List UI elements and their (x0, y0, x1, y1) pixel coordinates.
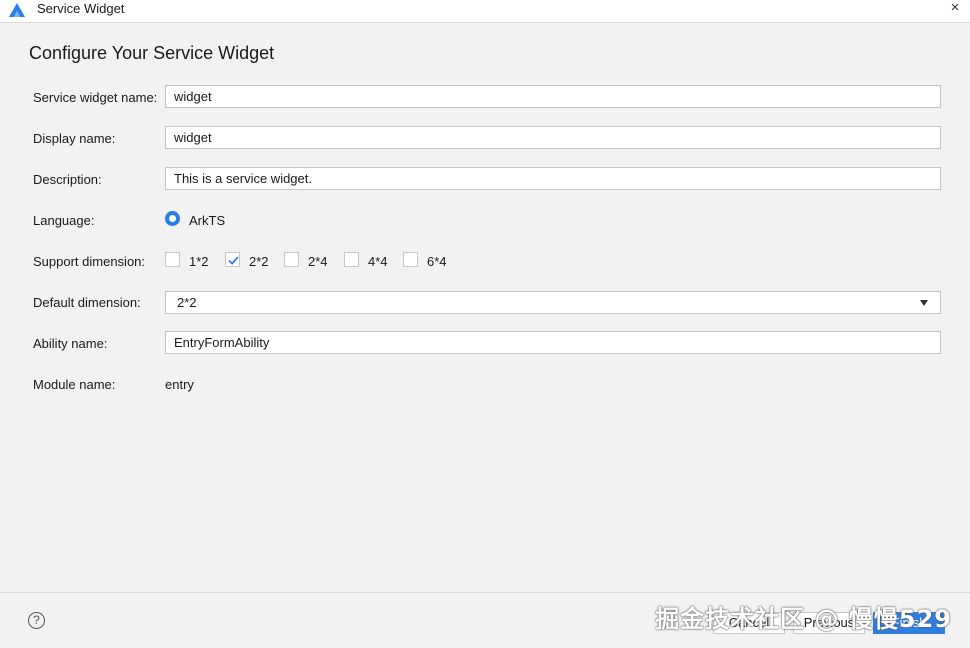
dimension-checkbox-6x4[interactable] (403, 252, 418, 267)
dimension-label-2x4: 2*4 (308, 254, 328, 269)
default-dimension-select[interactable]: 2*2 (165, 291, 941, 314)
dimension-checkbox-4x4[interactable] (344, 252, 359, 267)
checkmark-icon (228, 256, 239, 265)
description-input[interactable] (165, 167, 941, 190)
default-dimension-label: Default dimension: (33, 295, 141, 310)
dropdown-arrow-icon (920, 300, 928, 306)
module-name-label: Module name: (33, 377, 116, 392)
language-label: Language: (33, 213, 95, 228)
module-name-value: entry (165, 377, 194, 392)
dimension-label-6x4: 6*4 (427, 254, 447, 269)
window-titlebar: Service Widget × (0, 0, 970, 23)
default-dimension-value: 2*2 (177, 295, 197, 310)
description-label: Description: (33, 172, 102, 187)
ability-name-input[interactable] (165, 331, 941, 354)
watermark-text: 掘金技术社区 @ 慢慢529 (655, 605, 952, 633)
ability-name-label: Ability name: (33, 336, 108, 351)
service-widget-name-label: Service widget name: (33, 90, 158, 105)
close-icon[interactable]: × (946, 0, 964, 18)
dimension-label-2x2: 2*2 (249, 254, 269, 269)
language-radio-arkts[interactable] (165, 211, 180, 226)
display-name-input[interactable] (165, 126, 941, 149)
support-dimension-label: Support dimension: (33, 254, 146, 269)
deveco-logo-icon (9, 3, 25, 17)
dimension-label-4x4: 4*4 (368, 254, 388, 269)
page-title: Configure Your Service Widget (29, 43, 275, 63)
service-widget-name-input[interactable] (165, 85, 941, 108)
window-title: Service Widget (37, 1, 125, 16)
dimension-checkbox-1x2[interactable] (165, 252, 180, 267)
display-name-label: Display name: (33, 131, 116, 146)
language-radio-label: ArkTS (189, 213, 226, 228)
dimension-checkbox-2x2[interactable] (225, 252, 240, 267)
help-icon[interactable]: ? (28, 612, 45, 629)
dimension-checkbox-2x4[interactable] (284, 252, 299, 267)
dimension-label-1x2: 1*2 (189, 254, 209, 269)
